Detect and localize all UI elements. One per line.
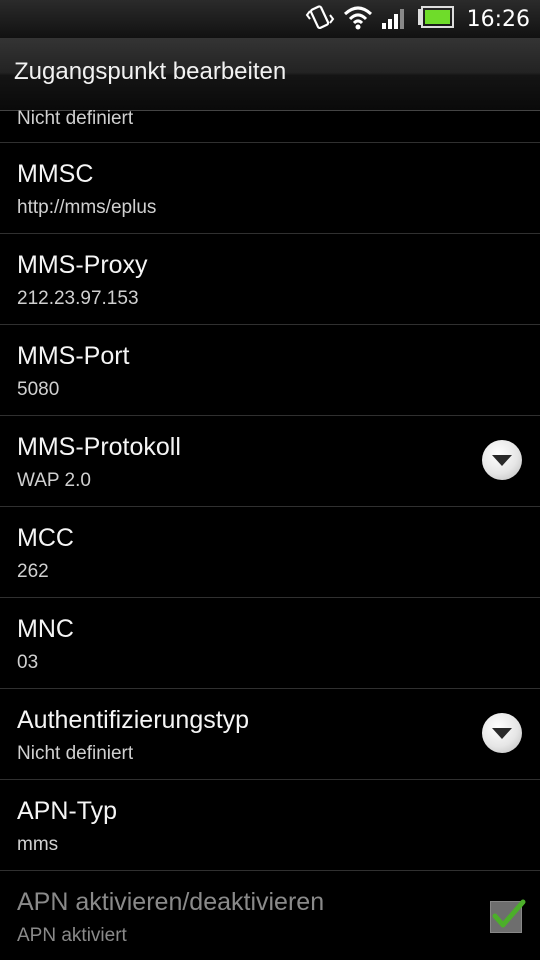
settings-list: Nicht definiert MMSC http://mms/eplus MM… [0, 110, 540, 960]
list-item-mms-port[interactable]: MMS-Port 5080 [0, 325, 540, 416]
list-item-label: APN-Typ [17, 797, 118, 825]
status-time: 16:26 [466, 6, 530, 32]
list-item-summary: 5080 [17, 379, 60, 400]
list-item-summary: http://mms/eplus [17, 197, 157, 218]
status-icons: 16:26 [305, 0, 530, 38]
list-item-mms-protokoll[interactable]: MMS-Protokoll WAP 2.0 [0, 416, 540, 507]
status-bar: 16:26 [0, 0, 540, 38]
list-item-partial[interactable]: Nicht definiert [0, 110, 540, 143]
title-bar: Zugangspunkt bearbeiten [0, 38, 540, 111]
list-item-summary: mms [17, 834, 59, 855]
list-item-summary: 212.23.97.153 [17, 288, 139, 309]
list-item-summary: 262 [17, 561, 49, 582]
dropdown-button[interactable] [482, 713, 522, 753]
list-item-authentifizierungstyp[interactable]: Authentifizierungstyp Nicht definiert [0, 689, 540, 780]
list-item-label: MMS-Proxy [17, 251, 148, 279]
list-item-summary: WAP 2.0 [17, 470, 91, 491]
wifi-icon [343, 4, 373, 34]
list-item-summary: 03 [17, 652, 39, 673]
list-item-mmsc[interactable]: MMSC http://mms/eplus [0, 143, 540, 234]
page-title: Zugangspunkt bearbeiten [14, 58, 287, 85]
list-item-apn-typ[interactable]: APN-Typ mms [0, 780, 540, 871]
battery-icon [417, 5, 455, 33]
vibrate-icon [305, 3, 335, 35]
list-item-mcc[interactable]: MCC 262 [0, 507, 540, 598]
list-item-label: MNC [17, 615, 74, 643]
list-item-label: MMS-Port [17, 342, 130, 370]
list-item-summary: Nicht definiert [17, 743, 134, 764]
chevron-down-icon [492, 728, 512, 739]
apn-enabled-checkbox[interactable] [490, 899, 526, 933]
chevron-down-icon [492, 455, 512, 466]
list-item-summary: APN aktiviert [17, 925, 127, 946]
list-item-label: MCC [17, 524, 74, 552]
list-item-mnc[interactable]: MNC 03 [0, 598, 540, 689]
list-item-label: APN aktivieren/deaktivieren [17, 888, 325, 916]
signal-icon [381, 4, 409, 34]
dropdown-button[interactable] [482, 440, 522, 480]
list-item-mms-proxy[interactable]: MMS-Proxy 212.23.97.153 [0, 234, 540, 325]
checkmark-icon [492, 899, 526, 928]
list-item-summary: Nicht definiert [17, 110, 134, 129]
list-item-label: MMS-Protokoll [17, 433, 181, 461]
list-item-apn-toggle[interactable]: APN aktivieren/deaktivieren APN aktivier… [0, 871, 540, 960]
list-item-label: Authentifizierungstyp [17, 706, 250, 734]
list-item-label: MMSC [17, 160, 94, 188]
